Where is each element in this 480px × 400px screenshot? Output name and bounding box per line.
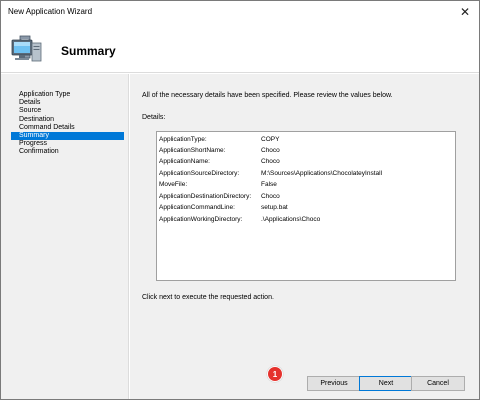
detail-value: False: [261, 181, 277, 188]
close-button[interactable]: ✕: [451, 1, 479, 23]
page-title: Summary: [61, 44, 116, 58]
next-button[interactable]: Next: [359, 376, 413, 391]
details-textbox[interactable]: ApplicationType: COPY ApplicationShortNa…: [156, 131, 456, 281]
detail-row: ApplicationShortName: Choco: [159, 147, 455, 157]
step-command-details[interactable]: Command Details: [11, 124, 124, 132]
step-number-badge: 1: [267, 366, 283, 382]
instruction-text: Click next to execute the requested acti…: [142, 294, 274, 301]
detail-row: ApplicationName: Choco: [159, 158, 455, 168]
detail-key: MoveFile:: [159, 181, 188, 188]
detail-key: ApplicationShortName:: [159, 147, 226, 154]
wizard-window: New Application Wizard ✕ Summary Applica…: [0, 0, 480, 400]
summary-content: All of the necessary details have been s…: [130, 74, 479, 364]
detail-row: ApplicationWorkingDirectory: .\Applicati…: [159, 216, 455, 226]
detail-value: M:\Sources\Applications\ChocolateyInstal…: [261, 170, 383, 177]
detail-row: ApplicationType: COPY: [159, 136, 455, 146]
detail-value: setup.bat: [261, 204, 288, 211]
step-progress[interactable]: Progress: [11, 140, 124, 148]
window-title: New Application Wizard: [8, 7, 93, 16]
detail-key: ApplicationCommandLine:: [159, 204, 235, 211]
cancel-button[interactable]: Cancel: [411, 376, 465, 391]
button-bar: Previous Next Cancel: [130, 364, 479, 399]
steps-list: Application Type Details Source Destinat…: [11, 91, 124, 157]
step-source[interactable]: Source: [11, 107, 124, 115]
detail-key: ApplicationType:: [159, 136, 207, 143]
step-destination[interactable]: Destination: [11, 116, 124, 124]
details-label: Details:: [142, 114, 166, 121]
detail-value: Choco: [261, 193, 280, 200]
wizard-steps-sidebar: Application Type Details Source Destinat…: [1, 74, 129, 399]
detail-row: ApplicationCommandLine: setup.bat: [159, 204, 455, 214]
detail-key: ApplicationWorkingDirectory:: [159, 216, 243, 223]
detail-row: ApplicationSourceDirectory: M:\Sources\A…: [159, 170, 455, 180]
detail-row: ApplicationDestinationDirectory: Choco: [159, 193, 455, 203]
step-confirmation[interactable]: Confirmation: [11, 148, 124, 156]
close-icon: ✕: [459, 5, 471, 19]
detail-value: COPY: [261, 136, 280, 143]
detail-key: ApplicationSourceDirectory:: [159, 170, 240, 177]
wizard-header: Summary: [1, 23, 479, 73]
detail-key: ApplicationDestinationDirectory:: [159, 193, 252, 200]
intro-text: All of the necessary details have been s…: [142, 92, 393, 99]
detail-value: Choco: [261, 158, 280, 165]
step-details[interactable]: Details: [11, 99, 124, 107]
step-summary[interactable]: Summary: [11, 131, 124, 141]
previous-button[interactable]: Previous: [307, 376, 361, 391]
detail-value: .\Applications\Choco: [261, 216, 321, 223]
title-bar: New Application Wizard ✕: [1, 1, 479, 23]
step-application-type[interactable]: Application Type: [11, 91, 124, 99]
computer-icon: [11, 35, 42, 62]
detail-value: Choco: [261, 147, 280, 154]
detail-key: ApplicationName:: [159, 158, 210, 165]
detail-row: MoveFile: False: [159, 181, 455, 191]
